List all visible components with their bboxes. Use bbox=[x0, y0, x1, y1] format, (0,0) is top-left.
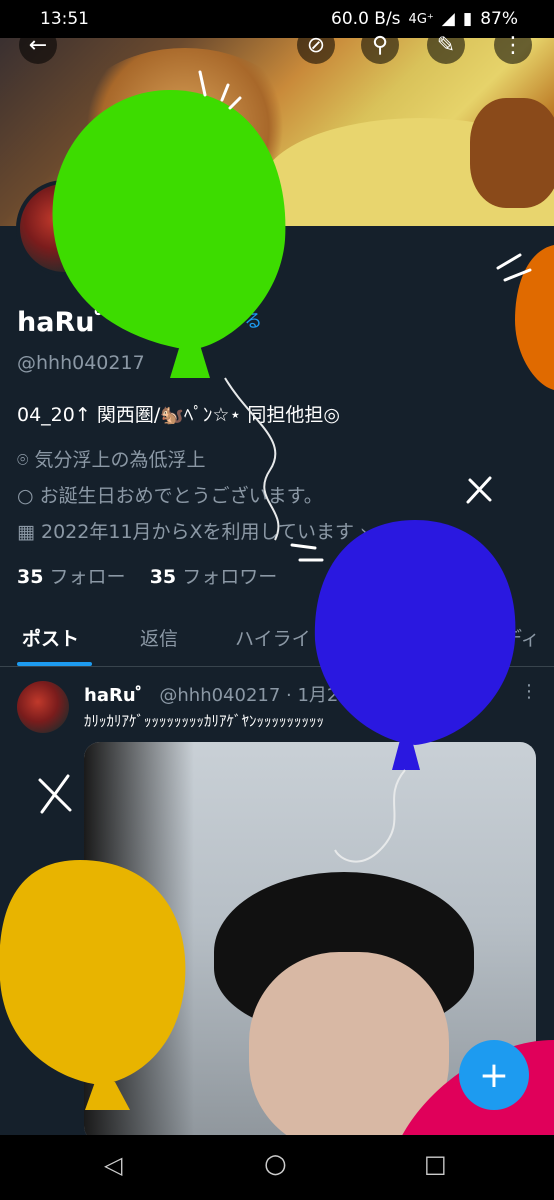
balloon-blue bbox=[314, 520, 516, 863]
compose-fab[interactable]: + bbox=[459, 1040, 529, 1110]
nav-recents-button[interactable]: □ bbox=[424, 1150, 447, 1178]
balloon-stickers bbox=[0, 70, 554, 1200]
nav-home-button[interactable]: ○ bbox=[264, 1149, 287, 1179]
balloon-orange bbox=[515, 245, 554, 390]
system-nav-bar: ◁ ○ □ bbox=[0, 1135, 554, 1200]
nav-back-button[interactable]: ◁ bbox=[104, 1151, 122, 1179]
plus-icon: + bbox=[478, 1054, 510, 1096]
balloon-green bbox=[52, 90, 286, 541]
balloon-yellow bbox=[0, 860, 186, 1110]
